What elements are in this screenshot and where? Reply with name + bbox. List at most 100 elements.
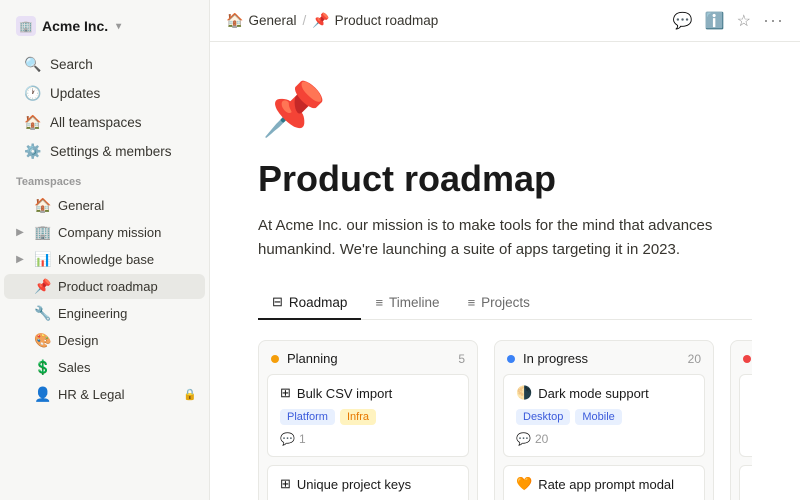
expand-arrow-icon: ▶ xyxy=(12,252,28,268)
general-icon: 🏠 xyxy=(34,197,52,214)
sidebar-item-design[interactable]: 🎨 Design xyxy=(4,328,205,353)
in-progress-cards: 🌗 Dark mode support Desktop Mobile 💬 20 xyxy=(495,374,713,500)
card-unique-project-keys[interactable]: ⊞ Unique project keys Mobile 💬 5 xyxy=(267,465,469,500)
inprogress-label: In progress xyxy=(523,351,588,366)
sales-label: Sales xyxy=(58,360,197,375)
expand-arrow-icon xyxy=(12,198,28,214)
card-rate-app-prompt[interactable]: 🧡 Rate app prompt modal 💬 11 xyxy=(503,465,705,500)
main-content: 🏠 General / 📌 Product roadmap 💬 ℹ️ ☆ ···… xyxy=(210,0,800,500)
engineering-icon: 🔧 xyxy=(34,305,52,322)
comment-icon[interactable]: 💬 xyxy=(673,11,693,31)
page-icon: 📌 xyxy=(312,12,329,29)
card-title: 🌗 Dark mode support xyxy=(516,385,692,401)
tab-roadmap[interactable]: ⊟ Roadmap xyxy=(258,286,361,320)
breadcrumb-general[interactable]: 🏠 General xyxy=(226,12,296,29)
card-bulk-csv[interactable]: ⊞ Bulk CSV import Platform Infra 💬 1 xyxy=(267,374,469,457)
sidebar-item-company-mission[interactable]: ▶ 🏢 Company mission xyxy=(4,220,205,245)
column-header-planning: Planning 5 xyxy=(259,341,477,374)
projects-tab-label: Projects xyxy=(481,295,530,310)
sidebar-item-updates[interactable]: 🕐 Updates xyxy=(8,80,201,107)
roadmap-tab-icon: ⊟ xyxy=(272,294,283,310)
star-icon[interactable]: ☆ xyxy=(737,11,751,31)
timeline-tab-icon: ≡ xyxy=(375,295,383,310)
gear-icon: ⚙️ xyxy=(24,143,42,160)
sidebar-item-product-roadmap[interactable]: 📌 Product roadmap xyxy=(4,274,205,299)
inprogress-status-dot xyxy=(507,355,515,363)
kanban-column-planning: Planning 5 ⊞ Bulk CSV import Platform In… xyxy=(258,340,478,500)
tag-mobile: Mobile xyxy=(575,409,621,425)
card-title: ⊞ Bulk CSV import xyxy=(280,385,456,401)
updates-label: Updates xyxy=(50,86,100,101)
search-icon: 🔍 xyxy=(24,56,42,73)
product-roadmap-label: Product roadmap xyxy=(58,279,197,294)
card-comment-count: 💬 1 xyxy=(280,432,456,446)
kanban-column-in-progress: In progress 20 🌗 Dark mode support Deskt… xyxy=(494,340,714,500)
card-tags: Platform Infra xyxy=(280,409,456,425)
breadcrumb-separator: / xyxy=(302,13,306,28)
card-title: 🧡 Rate app prompt modal xyxy=(516,476,692,492)
search-label: Search xyxy=(50,57,93,72)
sidebar-item-settings[interactable]: ⚙️ Settings & members xyxy=(8,138,201,165)
topbar-actions: 💬 ℹ️ ☆ ··· xyxy=(673,10,784,31)
inprogress-count: 20 xyxy=(688,352,701,366)
sidebar-item-all-teamspaces[interactable]: 🏠 All teamspaces xyxy=(8,109,201,136)
knowledge-base-icon: 📊 xyxy=(34,251,52,268)
tag-desktop: Desktop xyxy=(516,409,570,425)
sidebar-item-engineering[interactable]: 🔧 Engineering xyxy=(4,301,205,326)
expand-arrow-icon xyxy=(12,360,28,376)
kanban-board: Planning 5 ⊞ Bulk CSV import Platform In… xyxy=(258,340,752,500)
comment-bubble-icon: 💬 xyxy=(516,432,531,446)
card-title-text: Rate app prompt modal xyxy=(538,477,674,492)
card-ipad-keyboard[interactable]: ⌨️ iPad Keyboard… Mobile 💬 0 xyxy=(739,465,752,500)
sidebar-item-hr-legal[interactable]: 👤 HR & Legal 🔒 xyxy=(4,382,205,407)
expand-arrow-icon: ▶ xyxy=(12,225,28,241)
sidebar-item-search[interactable]: 🔍 Search xyxy=(8,51,201,78)
card-dark-mode[interactable]: 🌗 Dark mode support Desktop Mobile 💬 20 xyxy=(503,374,705,457)
expand-arrow-icon xyxy=(12,306,28,322)
card-title-text: Bulk CSV import xyxy=(297,386,392,401)
projects-tab-icon: ≡ xyxy=(468,295,476,310)
design-label: Design xyxy=(58,333,197,348)
chevron-down-icon: ▾ xyxy=(116,21,121,32)
column-header-in-progress: In progress 20 xyxy=(495,341,713,374)
roadmap-tab-label: Roadmap xyxy=(289,295,348,310)
lock-icon: 🔒 xyxy=(183,388,197,401)
tab-timeline[interactable]: ≡ Timeline xyxy=(361,286,453,320)
expand-arrow-icon xyxy=(12,333,28,349)
comment-count: 1 xyxy=(299,432,306,446)
sidebar: 🏢 Acme Inc. ▾ 🔍 Search 🕐 Updates 🏠 All t… xyxy=(0,0,210,500)
comment-bubble-icon: 💬 xyxy=(280,432,295,446)
card-icon: ⊞ xyxy=(280,476,291,492)
topbar: 🏠 General / 📌 Product roadmap 💬 ℹ️ ☆ ··· xyxy=(210,0,800,42)
card-tags: Desktop Mobile xyxy=(516,409,692,425)
planning-count: 5 xyxy=(458,352,465,366)
company-mission-icon: 🏢 xyxy=(34,224,52,241)
home-icon: 🏠 xyxy=(226,12,243,29)
general-label: General xyxy=(58,198,197,213)
teamspaces-icon: 🏠 xyxy=(24,114,42,131)
card-icon: ⊞ xyxy=(280,385,291,401)
card-journal-notebook[interactable]: 📕 Journal Noteb… Desktop 💬 7 xyxy=(739,374,752,457)
settings-label: Settings & members xyxy=(50,144,172,159)
workspace-name: Acme Inc. xyxy=(42,18,108,34)
card-comment-count: 💬 20 xyxy=(516,432,692,446)
sidebar-item-knowledge-base[interactable]: ▶ 📊 Knowledge base xyxy=(4,247,205,272)
planning-cards: ⊞ Bulk CSV import Platform Infra 💬 1 xyxy=(259,374,477,500)
at-risk-cards: 📕 Journal Noteb… Desktop 💬 7 xyxy=(731,374,752,500)
sidebar-item-sales[interactable]: 💲 Sales xyxy=(4,355,205,380)
timeline-tab-label: Timeline xyxy=(389,295,440,310)
info-icon[interactable]: ℹ️ xyxy=(705,11,725,31)
clock-icon: 🕐 xyxy=(24,85,42,102)
rate-icon: 🧡 xyxy=(516,476,532,492)
sales-icon: 💲 xyxy=(34,359,52,376)
page-title: Product roadmap xyxy=(258,158,752,200)
breadcrumb-product-roadmap[interactable]: 📌 Product roadmap xyxy=(312,12,438,29)
sidebar-item-general[interactable]: 🏠 General xyxy=(4,193,205,218)
planning-status-dot xyxy=(271,355,279,363)
kanban-column-at-risk: At risk 11 📕 Journal Noteb… Desktop 💬 xyxy=(730,340,752,500)
tab-projects[interactable]: ≡ Projects xyxy=(454,286,544,320)
workspace-header[interactable]: 🏢 Acme Inc. ▾ xyxy=(8,10,201,42)
breadcrumb-product-roadmap-label: Product roadmap xyxy=(335,13,439,28)
expand-arrow-icon xyxy=(12,279,28,295)
more-icon[interactable]: ··· xyxy=(763,10,784,31)
